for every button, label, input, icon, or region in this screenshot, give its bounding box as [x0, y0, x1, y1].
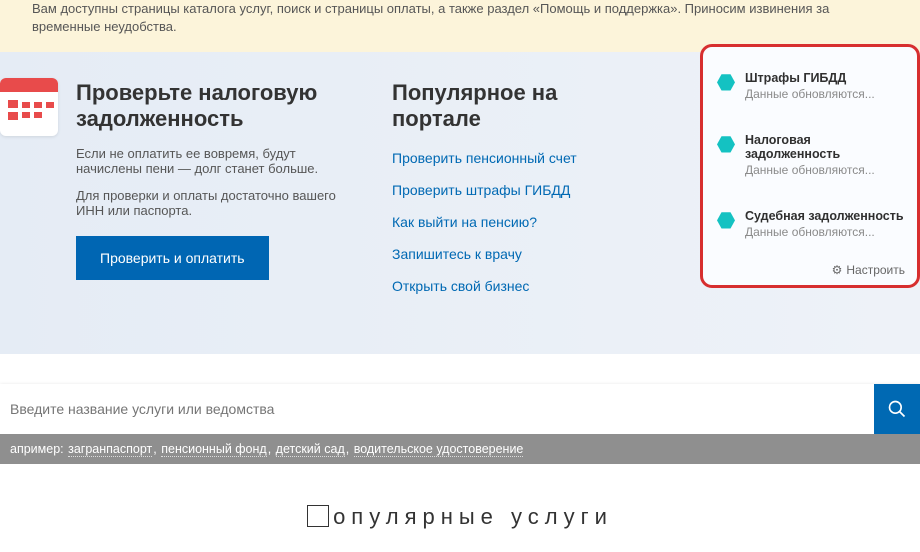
search-icon [887, 399, 907, 419]
notif-sub: Данные обновляются... [745, 163, 905, 177]
notif-item[interactable]: Налоговая задолженность Данные обновляют… [717, 121, 905, 197]
popular-link[interactable]: Проверить пенсионный счет [392, 150, 642, 166]
search-hint-bar: апример: загранпаспорт, пенсионный фонд,… [0, 434, 920, 464]
search-input[interactable] [0, 384, 874, 434]
popular-link[interactable]: Запишитесь к врачу [392, 246, 642, 262]
popular-link[interactable]: Проверить штрафы ГИБДД [392, 182, 642, 198]
tax-check-p2: Для проверки и оплаты достаточно вашего … [76, 188, 360, 218]
check-pay-button[interactable]: Проверить и оплатить [76, 236, 269, 280]
notif-title: Судебная задолженность [745, 209, 904, 223]
popular-block: Популярное на портале Проверить пенсионн… [392, 80, 642, 310]
tax-check-block: Проверьте налоговую задолженность Если н… [0, 80, 360, 310]
hex-icon [717, 135, 735, 153]
alert-text: Вам доступны страницы каталога услуг, по… [32, 1, 829, 34]
notif-sub: Данные обновляются... [745, 87, 875, 101]
hex-icon [717, 211, 735, 229]
hero-section: Проверьте налоговую задолженность Если н… [0, 52, 920, 354]
notif-title: Налоговая задолженность [745, 133, 905, 161]
calendar-icon [0, 78, 58, 136]
notif-sub: Данные обновляются... [745, 225, 904, 239]
notif-settings-link[interactable]: Настроить [717, 259, 905, 277]
popular-services-heading: опулярные услуги [0, 504, 920, 530]
notif-item[interactable]: Штрафы ГИБДД Данные обновляются... [717, 59, 905, 121]
popular-title: Популярное на портале [392, 80, 642, 132]
tax-check-title: Проверьте налоговую задолженность [76, 80, 360, 132]
hint-link[interactable]: загранпаспорт [68, 442, 152, 457]
hex-icon [717, 73, 735, 91]
hint-link[interactable]: водительское удостоверение [354, 442, 524, 457]
hint-link[interactable]: пенсионный фонд [161, 442, 267, 457]
search-button[interactable] [874, 384, 920, 434]
popular-link[interactable]: Как выйти на пенсию? [392, 214, 642, 230]
search-section: апример: загранпаспорт, пенсионный фонд,… [0, 384, 920, 464]
hint-prefix: апример: [10, 442, 67, 456]
tax-check-p1: Если не оплатить ее вовремя, будут начис… [76, 146, 360, 176]
hint-link[interactable]: детский сад [276, 442, 345, 457]
popular-link[interactable]: Открыть свой бизнес [392, 278, 642, 294]
notifications-card: Штрафы ГИБДД Данные обновляются... Налог… [700, 44, 920, 288]
notif-item[interactable]: Судебная задолженность Данные обновляютс… [717, 197, 905, 259]
notif-title: Штрафы ГИБДД [745, 71, 875, 85]
